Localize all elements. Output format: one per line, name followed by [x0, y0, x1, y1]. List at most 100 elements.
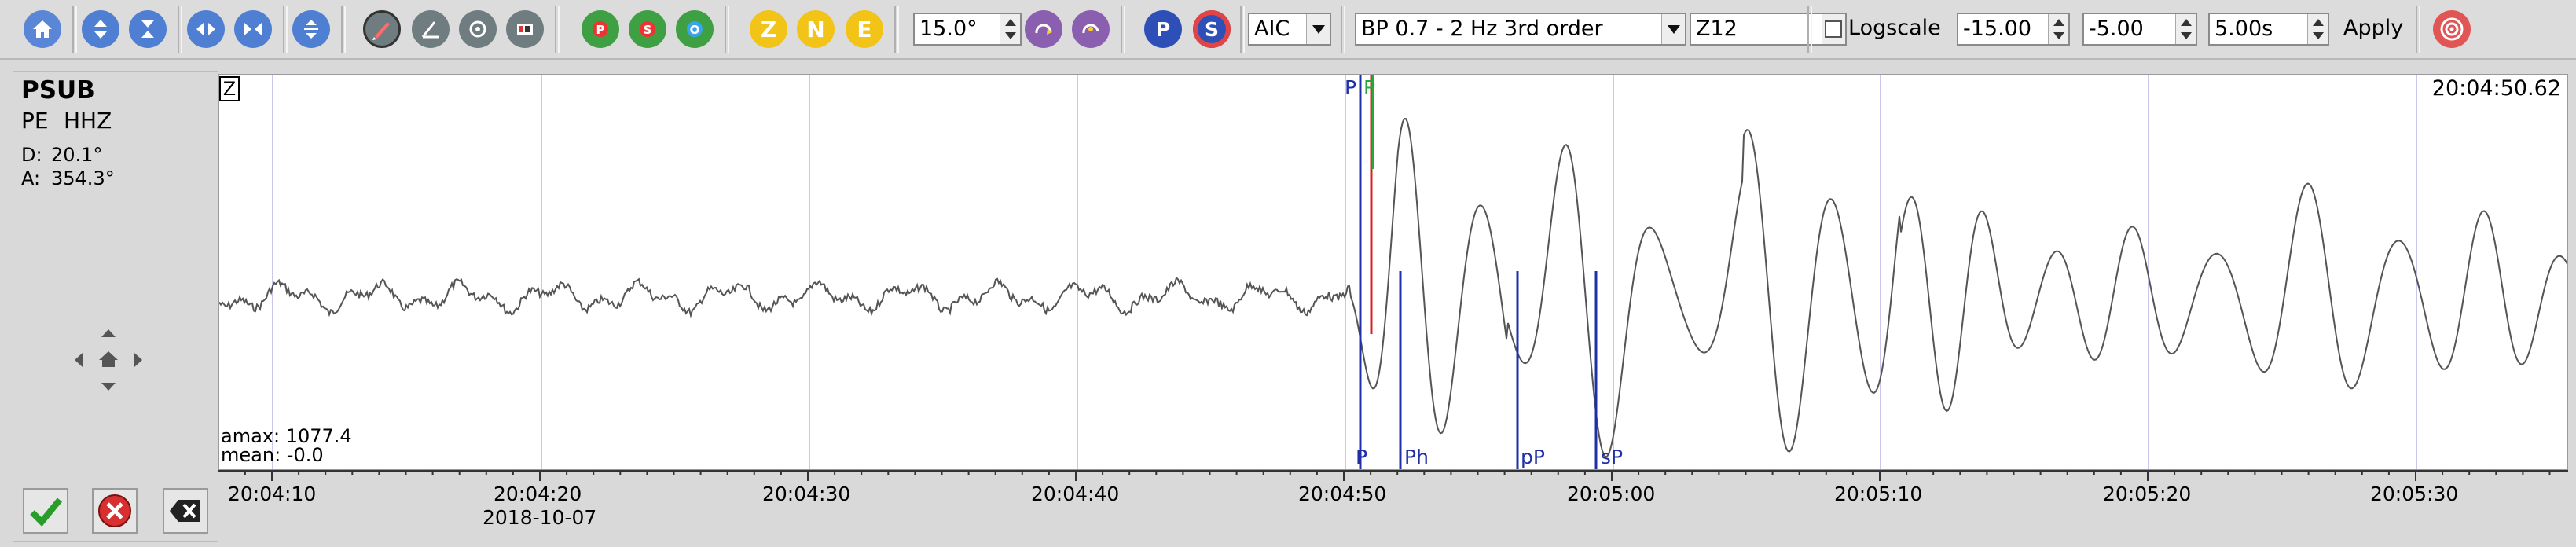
azimuth-spinbox[interactable]: 15.0°	[913, 13, 1022, 46]
pick-marker-p[interactable]: P	[1356, 446, 1367, 468]
spectrum-icon[interactable]	[506, 10, 544, 48]
axis-date-label: 2018-10-07	[483, 506, 597, 529]
seismogram-trace	[219, 117, 2567, 458]
fit-horizontal-icon[interactable]	[234, 10, 272, 48]
axis-tick-label: 20:04:20	[494, 483, 582, 505]
close-circle-icon	[98, 494, 131, 527]
pick-marker-pp[interactable]: pP	[1521, 446, 1545, 468]
clear-picks-button[interactable]	[163, 488, 208, 534]
axis-tick-label: 20:04:10	[228, 483, 317, 505]
spin-arrows-icon[interactable]	[2048, 14, 2068, 44]
toolbar-separator	[72, 6, 77, 53]
axis-tick-label: 20:04:40	[1031, 483, 1120, 505]
pick-s-label: S	[1204, 17, 1219, 41]
delete-tag-icon	[170, 500, 200, 522]
component-mode-value: Z12	[1696, 17, 1738, 41]
scroll-vertical-icon[interactable]	[82, 10, 119, 48]
trace-end-time: 20:04:50.62	[2431, 76, 2561, 101]
pick-tool-icon[interactable]	[363, 10, 401, 48]
pick-marker-ph[interactable]: Ph	[1404, 446, 1429, 468]
chevron-down-icon[interactable]	[1661, 14, 1685, 44]
rotate-zrt-icon[interactable]	[1072, 10, 1110, 48]
pick-marker-sp[interactable]: sP	[1601, 446, 1623, 468]
min-value: -15.00	[1963, 17, 2032, 41]
component-e-button[interactable]: E	[846, 10, 883, 48]
station-network: PE	[21, 108, 49, 134]
axis-tick-label: 20:05:30	[2370, 483, 2459, 505]
phase-picks	[1359, 75, 1598, 469]
picker-method-value: AIC	[1254, 17, 1290, 41]
filter-value: BP 0.7 - 2 Hz 3rd order	[1361, 17, 1603, 41]
accept-button[interactable]	[23, 488, 68, 534]
align-s-icon[interactable]: S	[629, 10, 666, 48]
toolbar-separator	[894, 6, 899, 53]
station-channel: HHZ	[64, 108, 112, 134]
toolbar-separator	[555, 6, 560, 53]
component-n-button[interactable]: N	[797, 10, 835, 48]
grid-lines	[272, 75, 2417, 469]
time-window-spinbox[interactable]: 5.00s	[2208, 13, 2329, 46]
filter-select[interactable]: BP 0.7 - 2 Hz 3rd order	[1355, 13, 1686, 46]
mean-label: mean: -0.0	[221, 444, 324, 466]
spin-arrows-icon[interactable]	[1000, 14, 1020, 44]
component-mode-select[interactable]: Z12	[1690, 13, 1847, 46]
logscale-checkbox[interactable]	[1825, 20, 1842, 38]
azimuth-value: 354.3°	[51, 167, 115, 189]
polarization-icon[interactable]	[459, 10, 497, 48]
fit-vertical-icon[interactable]	[129, 10, 167, 48]
zoom-fit-icon[interactable]	[292, 10, 330, 48]
axis-tick-label: 20:04:50	[1298, 483, 1387, 505]
distance-value: 20.1°	[51, 144, 103, 166]
target-icon[interactable]	[2433, 10, 2471, 48]
pick-s-button[interactable]: S	[1193, 10, 1231, 48]
scroll-horizontal-icon[interactable]	[187, 10, 225, 48]
picker-method-select[interactable]: AIC	[1248, 13, 1331, 46]
max-value: -5.00	[2089, 17, 2144, 41]
toolbar-separator	[1121, 6, 1125, 53]
pick-p-label: P	[1155, 17, 1171, 41]
azimuth-label: A:	[21, 167, 41, 189]
spin-arrows-icon[interactable]	[2175, 14, 2196, 44]
waveform-canvas[interactable]	[219, 75, 2567, 469]
svg-text:O: O	[690, 23, 700, 37]
axis-tick-label: 20:05:20	[2103, 483, 2192, 505]
picker-window: { "toolbar": { "azimuth": "15.0°", "pick…	[0, 0, 2576, 547]
pick-marker-top-p-green[interactable]: P	[1363, 76, 1375, 99]
svg-text:P: P	[596, 23, 605, 37]
spin-arrows-icon[interactable]	[2307, 14, 2328, 44]
time-axis: 20:04:10 20:04:20 20:04:30 20:04:40 20:0…	[218, 470, 2568, 541]
station-panel: PSUB PE HHZ D: 20.1° A: 354.3°	[13, 71, 218, 542]
pick-p-button[interactable]: P	[1144, 10, 1182, 48]
svg-text:S: S	[644, 23, 652, 37]
distance-label: D:	[21, 144, 42, 166]
component-tag: Z	[219, 76, 240, 101]
toolbar-separator	[1807, 6, 1812, 53]
time-window-value: 5.00s	[2215, 17, 2273, 41]
checkmark-icon	[30, 497, 63, 527]
axis-tick-label: 20:05:10	[1834, 483, 1923, 505]
rotate-lqt-icon[interactable]	[1025, 10, 1062, 48]
trace-plot[interactable]: Z 20:04:50.62 amax: 1077.4 mean: -0.0 P …	[218, 74, 2568, 470]
toolbar-separator	[178, 6, 182, 53]
station-code: PSUB	[21, 76, 95, 105]
toolbar: P S O Z N E 15.0° P S AIC BP 0.7 - 2 Hz …	[0, 0, 2576, 60]
pick-marker-top-p[interactable]: P	[1345, 76, 1356, 99]
chevron-down-icon[interactable]	[1306, 14, 1330, 44]
pan-control-icon[interactable]	[65, 315, 152, 402]
align-origin-icon[interactable]: O	[676, 10, 714, 48]
measure-angle-icon[interactable]	[412, 10, 450, 48]
min-value-spinbox[interactable]: -15.00	[1957, 13, 2070, 46]
reject-button[interactable]	[92, 488, 138, 534]
toolbar-separator	[725, 6, 729, 53]
home-icon[interactable]	[24, 10, 61, 48]
toolbar-separator	[1341, 6, 1345, 53]
align-p-icon[interactable]: P	[582, 10, 619, 48]
toolbar-separator	[1240, 6, 1245, 53]
component-z-button[interactable]: Z	[750, 10, 787, 48]
apply-button[interactable]: Apply	[2343, 16, 2403, 40]
axis-tick-label: 20:05:00	[1567, 483, 1656, 505]
axis-tick-label: 20:04:30	[762, 483, 851, 505]
toolbar-separator	[341, 6, 346, 53]
max-value-spinbox[interactable]: -5.00	[2082, 13, 2197, 46]
toolbar-separator	[2416, 6, 2420, 53]
